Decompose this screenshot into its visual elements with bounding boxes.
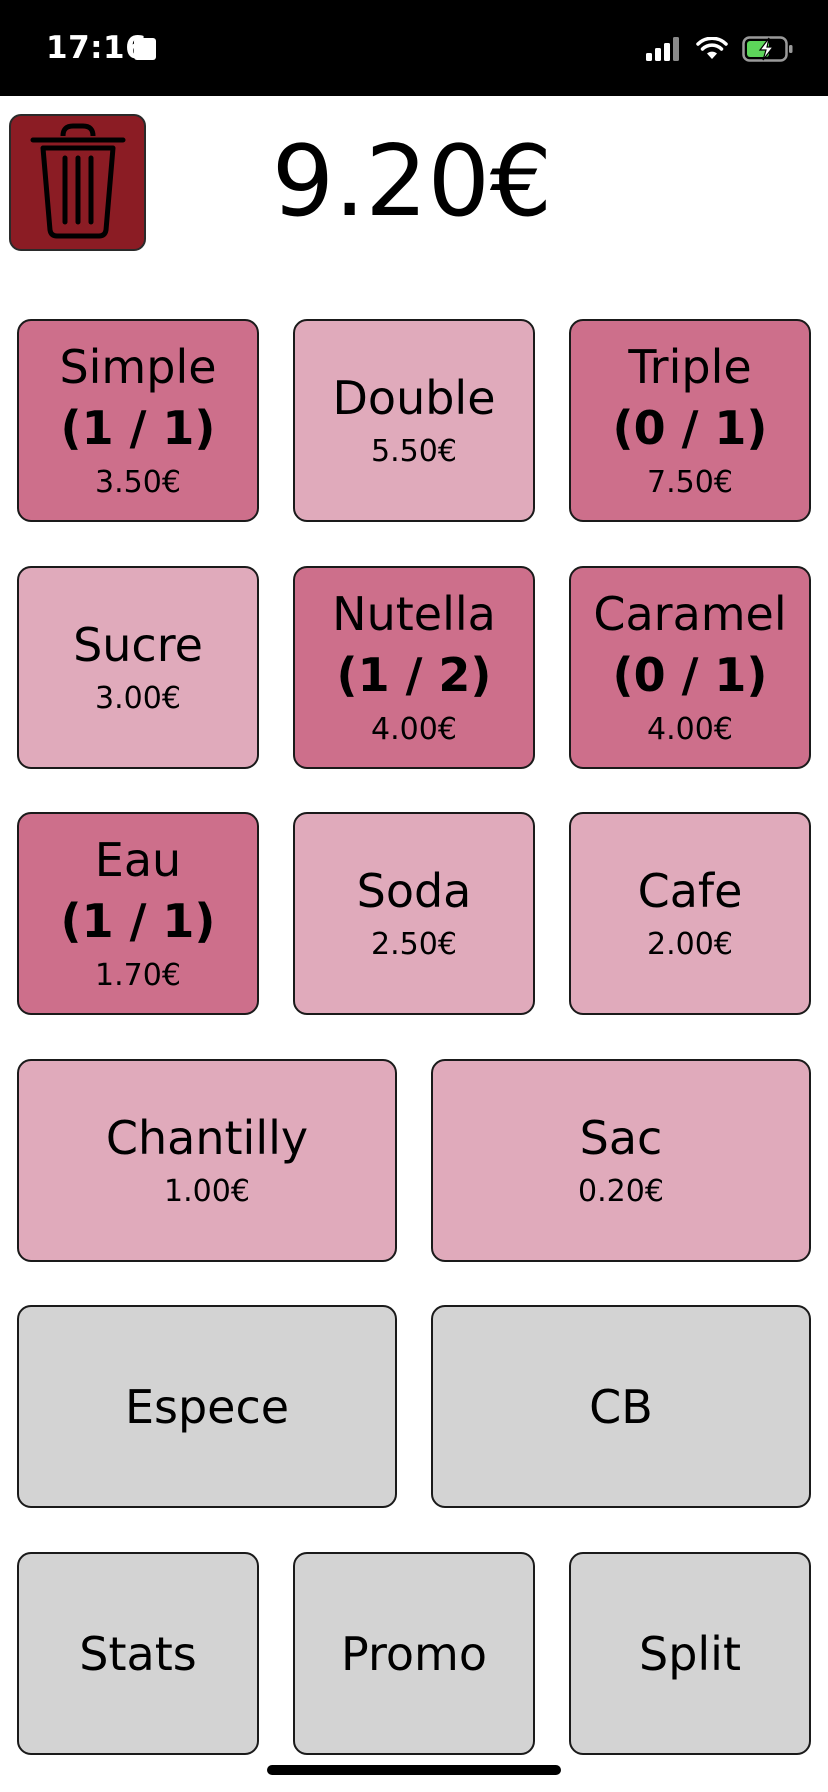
status-time: 17:16 xyxy=(46,30,148,66)
product-name: Triple xyxy=(628,339,752,394)
pay-cash-label: Espece xyxy=(124,1379,290,1434)
product-name: Cafe xyxy=(637,863,743,918)
product-sucre-button[interactable]: Sucre 3.00€ xyxy=(17,566,259,769)
clear-order-button[interactable] xyxy=(9,114,146,251)
product-name: Simple xyxy=(59,339,217,394)
product-price: 1.00€ xyxy=(164,1173,250,1209)
product-price: 5.50€ xyxy=(371,433,457,469)
split-label: Split xyxy=(639,1626,741,1681)
product-count: (1 / 1) xyxy=(60,400,216,455)
product-eau-button[interactable]: Eau (1 / 1) 1.70€ xyxy=(17,812,259,1015)
pay-cash-button[interactable]: Espece xyxy=(17,1305,397,1508)
product-name: Double xyxy=(332,370,496,425)
product-name: Sucre xyxy=(73,617,203,672)
product-price: 2.50€ xyxy=(371,926,457,962)
product-name: Caramel xyxy=(593,586,787,641)
promo-label: Promo xyxy=(341,1626,487,1681)
pay-card-button[interactable]: CB xyxy=(431,1305,811,1508)
stop-icon xyxy=(134,38,156,60)
product-caramel-button[interactable]: Caramel (0 / 1) 4.00€ xyxy=(569,566,811,769)
pay-card-label: CB xyxy=(589,1379,653,1434)
product-chantilly-button[interactable]: Chantilly 1.00€ xyxy=(17,1059,397,1262)
pos-screen: 17:16 9.20€ Simple (1 / 1) 3.50€ Double … xyxy=(0,0,828,1792)
battery-charging-icon xyxy=(742,36,794,62)
product-nutella-button[interactable]: Nutella (1 / 2) 4.00€ xyxy=(293,566,535,769)
product-price: 4.00€ xyxy=(371,711,457,747)
product-count: (1 / 2) xyxy=(336,647,492,702)
product-price: 7.50€ xyxy=(647,464,733,500)
product-name: Soda xyxy=(356,863,472,918)
product-cafe-button[interactable]: Cafe 2.00€ xyxy=(569,812,811,1015)
product-count: (1 / 1) xyxy=(60,893,216,948)
home-indicator[interactable] xyxy=(267,1765,561,1775)
product-name: Chantilly xyxy=(105,1110,309,1165)
promo-button[interactable]: Promo xyxy=(293,1552,535,1755)
product-price: 2.00€ xyxy=(647,926,733,962)
product-simple-button[interactable]: Simple (1 / 1) 3.50€ xyxy=(17,319,259,522)
product-price: 3.50€ xyxy=(95,464,181,500)
product-count: (0 / 1) xyxy=(612,400,768,455)
product-name: Eau xyxy=(94,832,182,887)
stats-label: Stats xyxy=(79,1626,197,1681)
split-button[interactable]: Split xyxy=(569,1552,811,1755)
status-icons xyxy=(646,34,794,64)
cellular-signal-icon xyxy=(646,37,682,61)
product-price: 1.70€ xyxy=(95,957,181,993)
product-sac-button[interactable]: Sac 0.20€ xyxy=(431,1059,811,1262)
product-triple-button[interactable]: Triple (0 / 1) 7.50€ xyxy=(569,319,811,522)
product-double-button[interactable]: Double 5.50€ xyxy=(293,319,535,522)
stats-button[interactable]: Stats xyxy=(17,1552,259,1755)
product-name: Sac xyxy=(579,1110,663,1165)
product-soda-button[interactable]: Soda 2.50€ xyxy=(293,812,535,1015)
product-count: (0 / 1) xyxy=(612,647,768,702)
product-name: Nutella xyxy=(332,586,496,641)
product-price: 4.00€ xyxy=(647,711,733,747)
product-price: 3.00€ xyxy=(95,680,181,716)
trash-icon xyxy=(23,118,133,248)
product-price: 0.20€ xyxy=(578,1173,664,1209)
order-total: 9.20€ xyxy=(271,125,553,239)
status-bar: 17:16 xyxy=(0,0,828,96)
wifi-icon xyxy=(696,37,728,61)
